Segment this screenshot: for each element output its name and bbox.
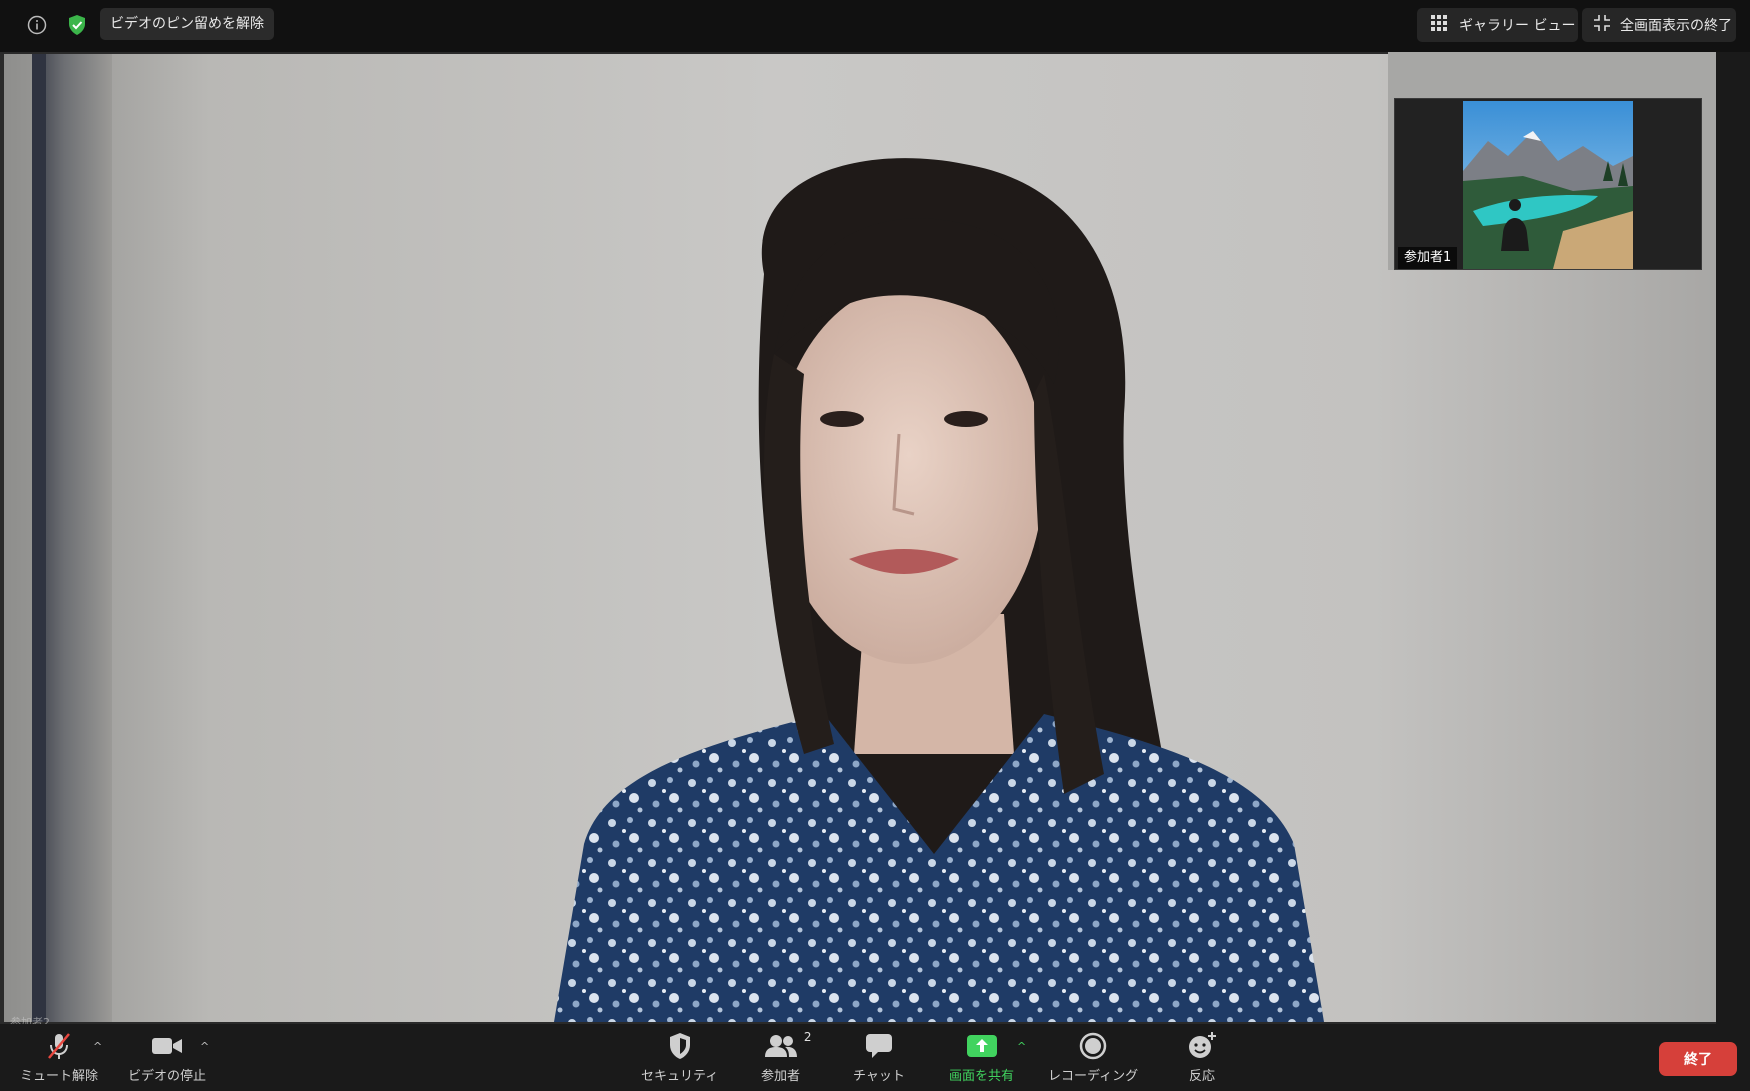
end-meeting-button[interactable]: 終了 [1659,1042,1737,1076]
record-label: レコーディング [1048,1069,1139,1084]
top-bar: ビデオのピン留めを解除 ギャラリー ビュー 全画面表示の終了 [0,0,1750,52]
participants-icon: 2 [764,1030,812,1060]
gallery-view-button[interactable]: ギャラリー ビュー [1417,8,1578,42]
chat-bubble-icon [865,1032,893,1060]
stop-video-label: ビデオの停止 [128,1069,207,1084]
exit-fullscreen-button[interactable]: 全画面表示の終了 [1582,8,1736,42]
chat-label: チャット [853,1069,905,1084]
record-icon [1079,1032,1107,1060]
security-shield-icon [668,1032,692,1060]
participant-thumbnail[interactable]: 参加者1 [1394,98,1702,270]
unmute-label: ミュート解除 [20,1069,99,1084]
stage-right-edge [1716,52,1750,1024]
shield-check-icon[interactable] [64,11,90,39]
stop-video-button[interactable]: ビデオの停止 [128,1032,206,1084]
participants-button[interactable]: 2 参加者 [761,1030,812,1084]
participants-count-badge: 2 [803,1030,812,1044]
thumbnail-participant-label: 参加者1 [1398,247,1458,269]
participants-label: 参加者 [761,1069,801,1084]
record-button[interactable]: レコーディング [1048,1032,1138,1084]
reactions-button[interactable]: 反応 [1187,1032,1217,1084]
chat-button[interactable]: チャット [853,1032,905,1084]
video-camera-icon [151,1032,183,1060]
unpin-video-button[interactable]: ビデオのピン留めを解除 [100,8,274,40]
info-icon[interactable] [24,12,50,38]
audio-options-caret[interactable]: ^ [93,1040,102,1053]
exit-fullscreen-label: 全画面表示の終了 [1620,18,1732,34]
grid-icon [1431,15,1447,35]
gallery-view-label: ギャラリー ビュー [1459,18,1576,34]
security-button[interactable]: セキュリティ [641,1032,718,1084]
security-label: セキュリティ [641,1069,719,1084]
unmute-button[interactable]: ミュート解除 [20,1032,98,1084]
reaction-emoji-icon [1187,1032,1217,1060]
thumbnail-video [1463,101,1633,269]
exit-fullscreen-icon [1594,15,1610,35]
meeting-toolbar: ミュート解除 ^ ビデオの停止 ^ セキュリティ 2 参加者 チャット 画面を共… [0,1024,1750,1091]
share-screen-icon [966,1032,998,1060]
video-options-caret[interactable]: ^ [200,1040,209,1053]
mic-off-icon [44,1032,74,1060]
reactions-label: 反応 [1188,1069,1215,1084]
share-screen-label: 画面を共有 [949,1069,1015,1084]
share-options-caret[interactable]: ^ [1017,1040,1026,1053]
share-screen-button[interactable]: 画面を共有 [949,1032,1014,1084]
